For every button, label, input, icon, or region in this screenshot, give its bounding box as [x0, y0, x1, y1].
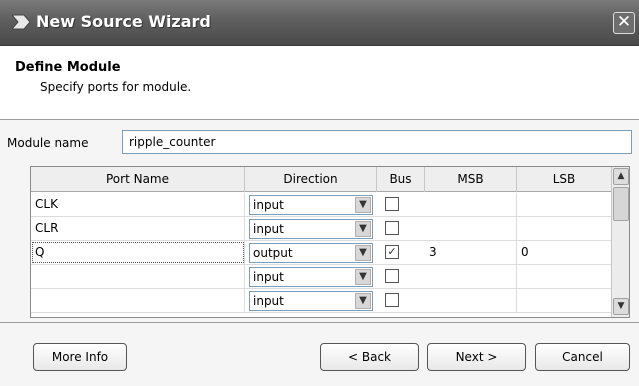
direction-select[interactable]: output ▼ [249, 243, 373, 263]
table-row: input ▼ [31, 265, 611, 289]
bus-checkbox[interactable] [385, 269, 399, 283]
direction-select[interactable]: input ▼ [249, 291, 373, 311]
module-name-label: Module name [7, 136, 89, 150]
module-name-input[interactable] [122, 130, 632, 154]
chevron-down-icon[interactable]: ▼ [355, 293, 371, 309]
module-form: Module name Port Name Direction Bus MSB … [0, 121, 639, 321]
lsb-cell[interactable] [517, 217, 611, 240]
direction-select[interactable]: input ▼ [249, 219, 373, 239]
wizard-arrow-icon [12, 14, 30, 30]
ports-table: Port Name Direction Bus MSB LSB CLK inpu… [30, 166, 630, 318]
direction-select[interactable]: input ▼ [249, 195, 373, 215]
bus-checkbox[interactable] [385, 293, 399, 307]
direction-value: output [253, 246, 293, 260]
table-row: CLK input ▼ [31, 193, 611, 217]
col-bus[interactable]: Bus [377, 167, 425, 192]
col-port-name[interactable]: Port Name [31, 167, 245, 192]
direction-value: input [253, 294, 284, 308]
lsb-cell[interactable] [517, 289, 611, 312]
back-button[interactable]: < Back [320, 343, 419, 371]
lsb-cell[interactable] [517, 265, 611, 288]
bus-checkbox[interactable]: ✓ [385, 245, 399, 259]
direction-value: input [253, 222, 284, 236]
scroll-down-icon[interactable]: ▼ [613, 298, 629, 315]
col-direction[interactable]: Direction [245, 167, 377, 192]
direction-value: input [253, 198, 284, 212]
bus-checkbox[interactable] [385, 221, 399, 235]
chevron-down-icon[interactable]: ▼ [355, 221, 371, 237]
vertical-scrollbar[interactable]: ▲ ▼ [611, 167, 629, 317]
lsb-cell[interactable]: 0 [517, 241, 611, 264]
more-info-button[interactable]: More Info [33, 343, 127, 371]
msb-cell[interactable] [425, 217, 517, 240]
wizard-footer: More Info < Back Next > Cancel [0, 322, 639, 386]
close-button[interactable]: ✕ [613, 12, 635, 34]
table-header: Port Name Direction Bus MSB LSB [31, 167, 611, 192]
next-button[interactable]: Next > [427, 343, 526, 371]
msb-cell[interactable] [425, 289, 517, 312]
bus-checkbox[interactable] [385, 197, 399, 211]
chevron-down-icon[interactable]: ▼ [355, 269, 371, 285]
chevron-down-icon[interactable]: ▼ [355, 197, 371, 213]
page-title: Define Module [15, 60, 121, 75]
lsb-cell[interactable] [517, 193, 611, 216]
col-lsb[interactable]: LSB [517, 167, 611, 192]
port-name-cell[interactable]: CLK [31, 193, 245, 216]
direction-select[interactable]: input ▼ [249, 267, 373, 287]
cancel-button[interactable]: Cancel [535, 343, 630, 371]
table-row: CLR input ▼ [31, 217, 611, 241]
wizard-header: Define Module Specify ports for module. [0, 46, 639, 120]
window-title: New Source Wizard [36, 12, 211, 31]
col-msb[interactable]: MSB [425, 167, 517, 192]
port-name-cell[interactable]: CLR [31, 217, 245, 240]
scrollbar-thumb[interactable] [613, 187, 629, 221]
direction-value: input [253, 270, 284, 284]
scroll-up-icon[interactable]: ▲ [613, 168, 629, 185]
table-row: Q output ▼ ✓ 3 0 [31, 241, 611, 265]
chevron-down-icon[interactable]: ▼ [355, 245, 371, 261]
title-bar[interactable]: New Source Wizard ✕ [0, 0, 639, 46]
table-row: input ▼ [31, 289, 611, 313]
port-name-cell[interactable] [31, 265, 245, 288]
page-subtitle: Specify ports for module. [40, 80, 192, 94]
port-name-cell[interactable] [31, 289, 245, 312]
msb-cell[interactable]: 3 [425, 241, 517, 264]
port-name-cell[interactable]: Q [31, 241, 245, 264]
msb-cell[interactable] [425, 193, 517, 216]
msb-cell[interactable] [425, 265, 517, 288]
